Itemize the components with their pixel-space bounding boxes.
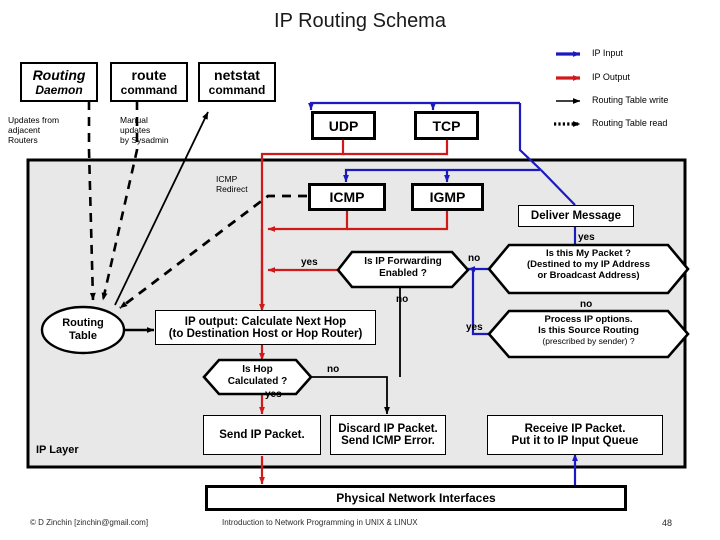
routing-table-line1: Routing (62, 317, 104, 329)
footer-copyright: © D Zinchin [zinchin@gmail.com] (30, 518, 149, 527)
box-route-command[interactable]: route command (110, 62, 188, 102)
box-discard-ip-packet[interactable]: Discard IP Packet. Send ICMP Error. (330, 415, 446, 455)
flag-hop-yes: yes (265, 389, 282, 400)
flag-source-routing-no: no (580, 299, 593, 310)
box-send-ip-packet-label: Send IP Packet. (219, 429, 305, 441)
box-tcp[interactable]: TCP (414, 111, 479, 140)
box-icmp-label: ICMP (329, 189, 365, 205)
note-icmp-redirect: ICMP Redirect (216, 174, 248, 194)
box-send-ip-packet[interactable]: Send IP Packet. (203, 415, 321, 455)
decision-my-packet (487, 243, 690, 295)
box-netstat-command-line1: netstat (214, 67, 260, 83)
box-receive-ip-packet-label: Receive IP Packet. Put it to IP Input Qu… (511, 423, 639, 447)
slide-canvas: IP Routing Schema IP Input IP Output Rou… (0, 0, 720, 540)
box-igmp-label: IGMP (429, 189, 466, 205)
flag-my-packet-yes: yes (578, 232, 595, 243)
box-routing-daemon-line2: Daemon (35, 83, 83, 97)
note-manual-updates: Manual updates by Sysadmin (120, 115, 169, 145)
decision-ip-forwarding (336, 250, 470, 289)
box-igmp[interactable]: IGMP (411, 183, 484, 211)
routing-table-label: Routing Table (43, 317, 123, 342)
box-physical-network-interfaces[interactable]: Physical Network Interfaces (205, 485, 627, 511)
decision-source-routing (487, 309, 690, 359)
box-routing-daemon[interactable]: Routing Daemon (20, 62, 98, 102)
flag-forwarding-yes: yes (301, 257, 318, 268)
box-routing-daemon-line1: Routing (32, 67, 86, 83)
note-updates-adjacent-routers: Updates from adjacent Routers (8, 115, 60, 145)
flag-hop-no: no (327, 364, 340, 375)
footer-page-number: 48 (662, 518, 673, 528)
box-route-command-line1: route (131, 67, 167, 83)
box-discard-ip-packet-label: Discard IP Packet. Send ICMP Error. (338, 423, 438, 447)
page-title: IP Routing Schema (274, 10, 446, 32)
label-ip-layer: IP Layer (36, 444, 79, 456)
legend-item-ip-output: IP Output (592, 72, 630, 82)
legend-item-ip-input: IP Input (592, 48, 623, 58)
box-receive-ip-packet[interactable]: Receive IP Packet. Put it to IP Input Qu… (487, 415, 663, 455)
box-deliver-message[interactable]: Deliver Message (518, 205, 634, 227)
box-physical-network-label: Physical Network Interfaces (336, 491, 496, 505)
box-tcp-label: TCP (432, 117, 461, 134)
footer-course: Introduction to Network Programming in U… (222, 518, 418, 527)
box-icmp[interactable]: ICMP (308, 183, 386, 211)
decision-hop-calculated (202, 358, 313, 396)
flag-forwarding-no: no (396, 294, 409, 305)
routing-table-line2: Table (69, 329, 97, 342)
box-deliver-message-label: Deliver Message (530, 210, 622, 222)
box-udp-label: UDP (328, 117, 359, 134)
flag-my-packet-no: no (468, 253, 481, 264)
box-netstat-command-line2: command (208, 83, 266, 97)
box-netstat-command[interactable]: netstat command (198, 62, 276, 102)
box-udp[interactable]: UDP (311, 111, 376, 140)
legend-item-routing-table-write: Routing Table write (592, 95, 669, 105)
box-route-command-line2: command (120, 83, 178, 97)
box-ip-output[interactable]: IP output: Calculate Next Hop (to Destin… (155, 310, 376, 345)
legend-glyphs (554, 51, 581, 128)
flag-source-routing-yes: yes (466, 322, 483, 333)
box-ip-output-label: IP output: Calculate Next Hop (to Destin… (168, 315, 363, 340)
legend-item-routing-table-read: Routing Table read (592, 118, 668, 128)
